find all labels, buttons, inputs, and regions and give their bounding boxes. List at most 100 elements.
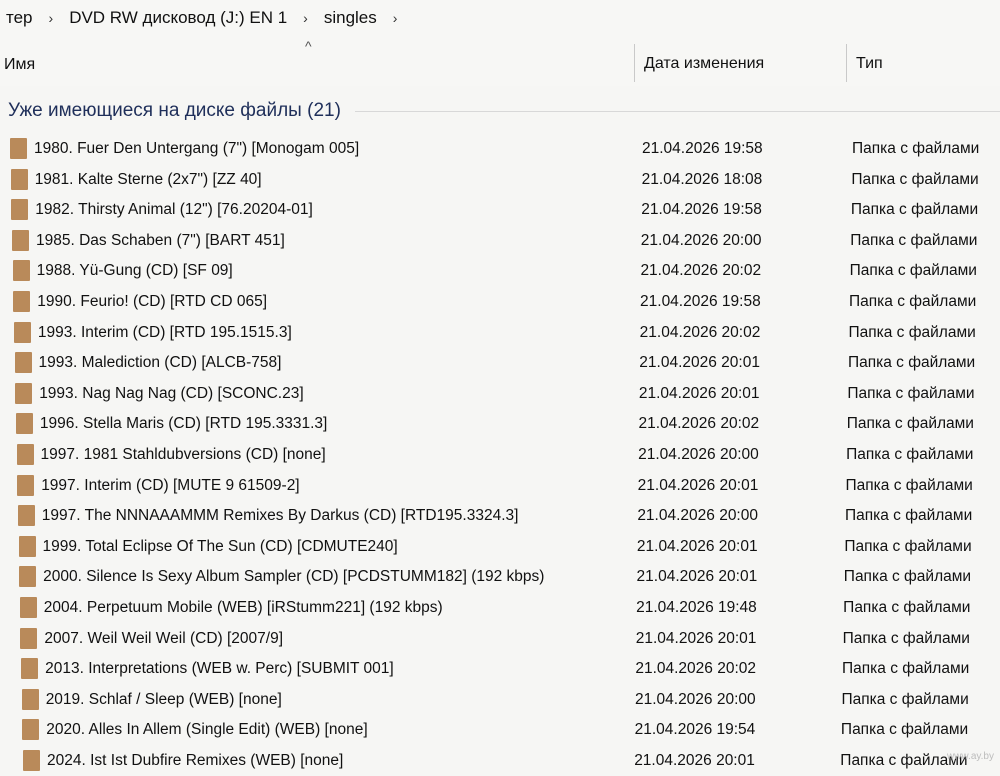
file-row[interactable]: 1997. Interim (CD) [MUTE 9 61509-2] 21.04… — [0, 471, 1000, 502]
file-name: 1985. Das Schaben (7") [BART 451] — [36, 231, 285, 249]
file-type: Папка с файлами — [844, 507, 973, 525]
file-name: 1981. Kalte Sterne (2x7") [ZZ 40] — [34, 170, 262, 188]
column-divider[interactable] — [634, 44, 635, 82]
folder-icon — [21, 688, 39, 710]
file-type: Папка с файлами — [851, 170, 979, 188]
file-row[interactable]: 1982. Thirsty Animal (12") [76.20204-01]… — [0, 195, 1000, 226]
file-date: 21.04.2026 19:58 — [641, 201, 762, 219]
file-row[interactable]: 2007. Weil Weil Weil (CD) [2007/9] 21.04.… — [0, 624, 1000, 655]
file-type: Папка с файлами — [842, 660, 970, 678]
folder-icon — [12, 260, 30, 282]
folder-icon — [17, 474, 35, 496]
watermark: www.ay.by — [946, 751, 994, 762]
folder-icon — [18, 535, 36, 557]
file-row[interactable]: 2013. Interpretations (WEB w. Perc) [SUB… — [0, 654, 1000, 685]
file-date: 21.04.2026 19:48 — [636, 598, 757, 616]
folder-icon — [20, 627, 38, 649]
folder-icon — [13, 290, 31, 312]
folder-icon — [13, 321, 31, 343]
file-row[interactable]: 1997. The NNNAAAMMM Remixes By Darkus (C… — [0, 501, 1000, 532]
file-date: 21.04.2026 19:58 — [642, 140, 763, 157]
file-row[interactable]: 2020. Alles In Allem (Single Edit) (WEB)… — [0, 715, 1000, 746]
file-date: 21.04.2026 18:08 — [641, 170, 763, 188]
folder-icon — [10, 168, 28, 190]
file-date: 21.04.2026 20:00 — [637, 507, 758, 525]
group-label: Уже имеющиеся на диске файлы (21) — [8, 100, 341, 121]
file-type: Папка с файлами — [843, 598, 971, 616]
file-row[interactable]: 1993. Malediction (CD) [ALCB-758] 21.04.2… — [0, 348, 1000, 379]
file-date: 21.04.2026 20:02 — [639, 323, 761, 341]
folder-icon — [15, 382, 33, 404]
file-type: Папка с файлами — [847, 384, 975, 402]
sort-up-icon: ^ — [305, 38, 312, 54]
folder-icon — [19, 566, 37, 588]
file-type: Папка с файлами — [847, 354, 976, 372]
chevron-right-icon[interactable]: › — [383, 10, 408, 26]
folder-icon — [17, 505, 35, 527]
file-date: 21.04.2026 20:02 — [638, 415, 760, 433]
folder-icon — [11, 199, 29, 221]
file-list: 1980. Fuer Den Untergang (7") [Monogam 0… — [0, 134, 1000, 776]
chevron-right-icon[interactable]: › — [39, 10, 64, 26]
file-date: 21.04.2026 20:01 — [637, 476, 759, 494]
file-type: Папка с файлами — [846, 415, 974, 433]
file-date: 21.04.2026 19:58 — [640, 292, 761, 310]
file-date: 21.04.2026 20:01 — [635, 629, 757, 647]
column-divider[interactable] — [846, 44, 847, 82]
file-type: Папка с файлами — [844, 537, 972, 555]
file-name: 2020. Alles In Allem (Single Edit) (WEB)… — [46, 721, 368, 739]
file-name: 1999. Total Eclipse Of The Sun (CD) [CDM… — [42, 537, 398, 555]
file-date: 21.04.2026 20:01 — [636, 537, 758, 555]
column-header-bar: ^ Имя Дата изменения Тип — [0, 36, 1000, 86]
file-name: 2000. Silence Is Sexy Album Sampler (CD)… — [43, 568, 545, 586]
column-header-date[interactable]: Дата изменения — [644, 55, 764, 73]
breadcrumb-item-computer[interactable]: тер — [0, 8, 39, 28]
column-header-name[interactable]: Имя — [4, 56, 35, 74]
file-row[interactable]: 1997. 1981 Stahldubversions (CD) [none] 2… — [0, 440, 1000, 471]
folder-icon — [22, 719, 40, 741]
file-date: 21.04.2026 20:00 — [634, 690, 756, 708]
file-row[interactable]: 2000. Silence Is Sexy Album Sampler (CD)… — [0, 562, 1000, 593]
file-type: Папка с файлами — [840, 721, 969, 739]
file-type: Папка с файлами — [848, 323, 976, 341]
file-row[interactable]: 1993. Nag Nag Nag (CD) [SCONC.23] 21.04.2… — [0, 379, 1000, 410]
folder-icon — [10, 138, 27, 159]
file-name: 1990. Feurio! (CD) [RTD CD 065] — [37, 292, 268, 310]
file-type: Папка с файлами — [849, 292, 977, 310]
file-name: 1988. Yü-Gung (CD) [SF 09] — [36, 262, 233, 280]
breadcrumb-item-singles[interactable]: singles — [318, 8, 383, 28]
file-name: 2024. Ist Ist Dubfire Remixes (WEB) [non… — [47, 751, 344, 769]
folder-icon — [14, 352, 32, 374]
file-row[interactable]: 1993. Interim (CD) [RTD 195.1515.3] 21.04… — [0, 318, 1000, 349]
file-row[interactable]: 2024. Ist Ist Dubfire Remixes (WEB) [non… — [0, 746, 1000, 776]
file-date: 21.04.2026 20:00 — [638, 445, 759, 463]
file-date: 21.04.2026 19:54 — [634, 721, 756, 739]
file-date: 21.04.2026 20:02 — [635, 660, 756, 678]
file-date: 21.04.2026 20:01 — [639, 354, 760, 372]
group-header[interactable]: Уже имеющиеся на диске файлы (21) — [0, 96, 1000, 126]
file-date: 21.04.2026 20:00 — [640, 231, 762, 249]
file-row[interactable]: 2019. Schlaf / Sleep (WEB) [none] 21.04.2… — [0, 685, 1000, 716]
file-name: 1997. Interim (CD) [MUTE 9 61509-2] — [41, 476, 300, 494]
folder-icon — [16, 443, 34, 465]
file-row[interactable]: 1981. Kalte Sterne (2x7") [ZZ 40] 21.04.2… — [0, 165, 1000, 196]
file-type: Папка с файлами — [842, 629, 970, 647]
file-row[interactable]: 1985. Das Schaben (7") [BART 451] 21.04.2… — [0, 226, 1000, 257]
file-name: 2007. Weil Weil Weil (CD) [2007/9] — [44, 629, 284, 647]
file-row[interactable]: 2004. Perpetuum Mobile (WEB) [iRStumm221… — [0, 593, 1000, 624]
file-row[interactable]: 1988. Yü-Gung (CD) [SF 09] 21.04.2026 20:… — [0, 256, 1000, 287]
file-name: 2019. Schlaf / Sleep (WEB) [none] — [45, 690, 282, 708]
file-row[interactable]: 1980. Fuer Den Untergang (7") [Monogam 0… — [0, 134, 1000, 165]
column-header-type[interactable]: Тип — [856, 55, 883, 73]
folder-icon — [23, 749, 40, 771]
file-row[interactable]: 1990. Feurio! (CD) [RTD CD 065] 21.04.202… — [0, 287, 1000, 318]
breadcrumb-item-dvd-drive[interactable]: DVD RW дисковод (J:) EN 1 — [63, 8, 293, 28]
breadcrumb: тер › DVD RW дисковод (J:) EN 1 › single… — [0, 0, 1000, 37]
chevron-right-icon[interactable]: › — [293, 10, 318, 26]
file-name: 1982. Thirsty Animal (12") [76.20204-01] — [35, 201, 313, 219]
file-row[interactable]: 1996. Stella Maris (CD) [RTD 195.3331.3]… — [0, 409, 1000, 440]
file-date: 21.04.2026 20:01 — [636, 568, 758, 586]
file-name: 1997. The NNNAAAMMM Remixes By Darkus (C… — [41, 507, 519, 525]
file-date: 21.04.2026 20:01 — [634, 751, 755, 769]
file-row[interactable]: 1999. Total Eclipse Of The Sun (CD) [CDM… — [0, 532, 1000, 563]
